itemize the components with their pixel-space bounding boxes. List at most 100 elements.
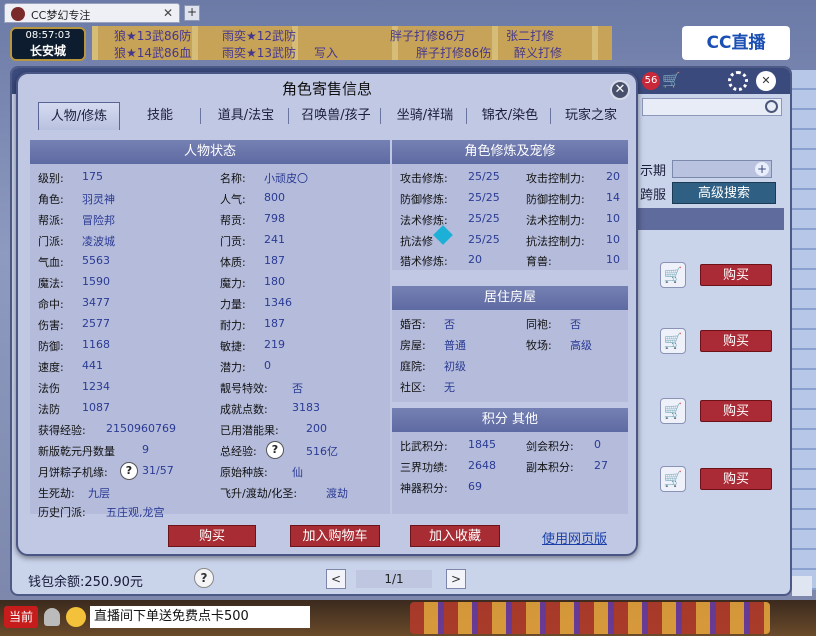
tab-outfits-dye[interactable]: 锦衣/染色 <box>472 102 548 130</box>
stat-value: 1168 <box>82 338 110 351</box>
game-time: 08:57:03 <box>25 30 71 41</box>
housing-value: 高级 <box>570 339 592 352</box>
right-side-list <box>788 70 816 596</box>
emoji-icon[interactable] <box>66 607 86 627</box>
chat-input[interactable]: 直播间下单送免费点卡500 <box>90 606 310 628</box>
balance-value: 250.90元 <box>84 575 143 590</box>
add-to-cart-icon[interactable]: 🛒 <box>660 466 686 492</box>
chat-snippet: 张二打修 <box>506 29 555 43</box>
stat-label: 已用潜能果: <box>220 424 279 437</box>
cultivation-value: 25/25 <box>468 212 500 225</box>
points-label: 副本积分: <box>526 461 574 474</box>
cultivation-label: 攻击修炼: <box>400 172 448 185</box>
help-icon[interactable]: ? <box>266 441 284 459</box>
page-indicator: 1/1 <box>356 570 432 588</box>
scroll-corner[interactable] <box>792 576 812 596</box>
stat-label: 力量: <box>220 298 246 311</box>
cultivation-heading: 角色修炼及宠修 <box>392 140 628 164</box>
stat-label: 人气: <box>220 193 246 206</box>
new-tab-button[interactable]: + <box>184 5 200 21</box>
stat-value: 241 <box>264 233 285 246</box>
market-search-input[interactable] <box>642 98 782 116</box>
buy-button[interactable]: 购买 <box>700 330 772 352</box>
settings-gear-icon[interactable] <box>728 71 748 91</box>
cart-icon[interactable]: 🛒 <box>662 71 681 89</box>
stat-value: 羽灵神 <box>82 193 115 206</box>
cursor-icon <box>433 225 453 245</box>
stat-label: 伤害: <box>38 319 64 332</box>
stat-label: 级别: <box>38 172 64 185</box>
tab-items-treasures[interactable]: 道具/法宝 <box>206 102 286 130</box>
tab-mounts[interactable]: 坐骑/祥瑞 <box>386 102 464 130</box>
help-icon[interactable]: ? <box>120 462 138 480</box>
tab-character-cultivation[interactable]: 人物/修炼 <box>38 102 120 130</box>
chat-snippet: 醉义打修 <box>514 46 563 60</box>
tab-player-home[interactable]: 玩家之家 <box>556 102 626 130</box>
tab-skills[interactable]: 技能 <box>128 102 192 130</box>
points-value: 1845 <box>468 438 496 451</box>
help-icon[interactable]: ? <box>194 568 214 588</box>
tab-separator <box>380 108 381 124</box>
housing-value: 无 <box>444 381 455 394</box>
chat-snippet: 胖子打修86万 <box>390 29 466 43</box>
wallet-balance: 钱包余额:250.90元 <box>28 571 143 590</box>
advanced-search-button[interactable]: 高级搜索 <box>672 182 776 204</box>
browser-tab[interactable]: CC梦幻专注 ✕ <box>4 3 180 23</box>
stat-label: 靓号特效: <box>220 382 268 395</box>
cc-live-logo: CC直播 <box>682 26 790 60</box>
points-value: 0 <box>594 438 601 451</box>
housing-value: 普通 <box>444 339 466 352</box>
next-page-button[interactable]: > <box>446 569 466 589</box>
bottom-chat-bar: 当前 直播间下单送免费点卡500 <box>0 600 816 636</box>
stat-label: 帮贡: <box>220 214 246 227</box>
favicon-icon <box>11 7 25 21</box>
add-to-cart-icon[interactable]: 🛒 <box>660 398 686 424</box>
stat-value: 小顽皮〇 <box>264 172 308 185</box>
stat-label: 角色: <box>38 193 64 206</box>
search-icon[interactable] <box>765 100 778 113</box>
use-web-version-link[interactable]: 使用网页版 <box>542 528 607 547</box>
add-to-cart-icon[interactable]: 🛒 <box>660 328 686 354</box>
stat-label: 生死劫: <box>38 487 75 500</box>
stat-value: 冒险邦 <box>82 214 115 227</box>
game-shortcut-icons[interactable] <box>410 602 770 634</box>
display-period-label: 示期 <box>640 164 667 179</box>
add-to-cart-button[interactable]: 加入购物车 <box>290 525 380 547</box>
balance-label: 钱包余额: <box>28 575 85 590</box>
close-tab-icon[interactable]: ✕ <box>163 6 173 20</box>
buy-button[interactable]: 购买 <box>168 525 256 547</box>
market-close-icon[interactable]: ✕ <box>756 71 776 91</box>
stat-value: 九层 <box>88 487 110 500</box>
cultivation-label: 防御修炼: <box>400 193 448 206</box>
chat-snippet: 雨奕★13武防 <box>222 46 297 60</box>
display-period-select[interactable]: + <box>672 160 772 178</box>
add-favorite-button[interactable]: 加入收藏 <box>410 525 500 547</box>
tab-separator <box>200 108 201 124</box>
cultivation-value: 10 <box>606 233 620 246</box>
prev-page-button[interactable]: < <box>326 569 346 589</box>
buy-button[interactable]: 购买 <box>700 468 772 490</box>
stat-value: 1590 <box>82 275 110 288</box>
buy-button[interactable]: 购买 <box>700 264 772 286</box>
browser-tab-title: CC梦幻专注 <box>31 9 91 22</box>
stat-value: 3477 <box>82 296 110 309</box>
cultivation-label: 抗法修 <box>400 235 433 248</box>
stat-value: 0 <box>264 359 271 372</box>
current-location: 长安城 <box>29 44 66 58</box>
microphone-icon[interactable] <box>44 608 60 626</box>
points-value: 27 <box>594 459 608 472</box>
stat-label: 原始种族: <box>220 466 268 479</box>
cultivation-section: 角色修炼及宠修 攻击修炼: 25/25 防御修炼: 25/25 法术修炼: 25… <box>392 140 628 270</box>
points-value: 69 <box>468 480 482 493</box>
close-dialog-button[interactable]: ✕ <box>610 80 630 100</box>
stat-value: 441 <box>82 359 103 372</box>
points-section: 积分 其他 比武积分: 1845 三界功绩: 2648 神器积分: 69 剑会积… <box>392 408 628 514</box>
dialog-title: 角色寄售信息 <box>281 80 372 98</box>
add-to-cart-icon[interactable]: 🛒 <box>660 262 686 288</box>
plus-icon[interactable]: + <box>755 162 769 176</box>
stat-label: 体质: <box>220 256 246 269</box>
buy-button[interactable]: 购买 <box>700 400 772 422</box>
tab-pets-children[interactable]: 召唤兽/孩子 <box>294 102 378 130</box>
points-label: 神器积分: <box>400 482 448 495</box>
channel-tag[interactable]: 当前 <box>4 606 38 628</box>
